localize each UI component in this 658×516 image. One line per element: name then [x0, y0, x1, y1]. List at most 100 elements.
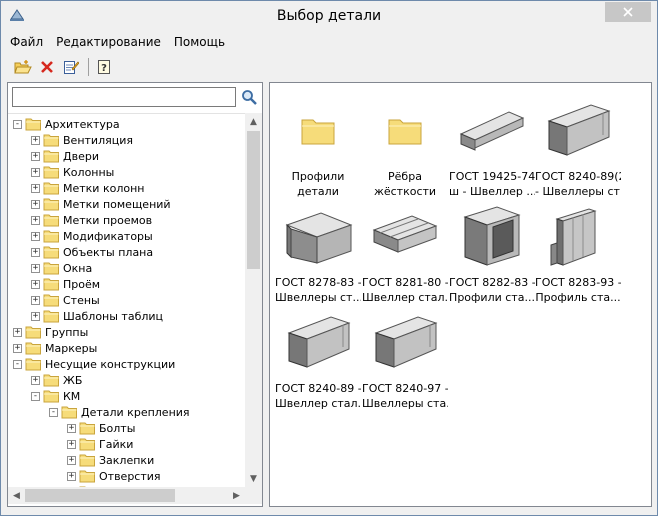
tree-node[interactable]: + Отверстия [67, 468, 161, 484]
tree-node[interactable]: + Вентиляция [31, 132, 133, 148]
collapse-icon[interactable]: - [31, 391, 40, 401]
close-button[interactable] [605, 2, 651, 22]
part-item[interactable]: ГОСТ 8240-97 - Швеллеры ста... [362, 307, 448, 417]
tree-node[interactable]: + Объекты плана [31, 244, 153, 260]
part-item[interactable]: ГОСТ 8278-83 - Швеллеры ст... [275, 201, 361, 311]
expand-icon[interactable]: + [13, 327, 22, 337]
expand-icon[interactable]: + [31, 375, 40, 385]
tree-vertical-scrollbar[interactable]: ▲ ▼ [245, 113, 262, 487]
expand-icon[interactable]: + [31, 135, 40, 145]
tree-node-label: Детали крепления [81, 405, 190, 419]
folder-item[interactable]: Профили детали [275, 95, 361, 205]
tree-node[interactable]: + Заклепки [67, 452, 154, 468]
search-button[interactable] [238, 86, 260, 108]
expand-icon[interactable]: + [67, 439, 76, 449]
delete-button[interactable] [37, 57, 57, 77]
steel-profile-icon [457, 205, 527, 269]
tree-node[interactable]: + Метки помещений [31, 196, 171, 212]
tree-node-label: Двери [63, 149, 99, 163]
tree-horizontal-scroll-thumb[interactable] [25, 489, 175, 502]
tree-node[interactable]: + Группы [13, 324, 88, 340]
item-caption: Рёбра жёсткости [362, 169, 448, 199]
tree-node[interactable]: + ЖБ [31, 372, 82, 388]
collapse-icon[interactable]: - [49, 407, 58, 417]
folder-icon [25, 118, 41, 131]
folder-icon [25, 342, 41, 355]
expand-icon[interactable]: + [67, 423, 76, 433]
tree-node[interactable]: - Детали крепления [49, 404, 190, 420]
item-caption-line1: ГОСТ 8283-93 - [535, 276, 621, 289]
collapse-icon[interactable]: - [13, 119, 22, 129]
expand-icon[interactable]: + [31, 215, 40, 225]
menu-file[interactable]: Файл [10, 35, 43, 49]
tree-node[interactable]: - КМ [31, 388, 80, 404]
collapse-icon[interactable]: - [13, 359, 22, 369]
folder-item[interactable]: Рёбра жёсткости [362, 95, 448, 205]
expand-icon[interactable]: + [31, 311, 40, 321]
part-item[interactable]: ГОСТ 19425-74 ш - Швеллер ... [449, 95, 535, 205]
folder-icon [43, 262, 59, 275]
tree-node[interactable]: - Несущие конструкции [13, 356, 175, 372]
expand-icon[interactable]: + [31, 295, 40, 305]
tree-node[interactable]: + Метки колонн [31, 180, 144, 196]
item-caption: ГОСТ 8282-83 - Профили ста... [449, 275, 535, 305]
tree-node-label: Архитектура [45, 117, 120, 131]
tree-node-label: Группы [45, 325, 89, 339]
expand-icon[interactable]: + [31, 151, 40, 161]
part-item[interactable]: ГОСТ 8240-89(2) - Швеллеры ст... [535, 95, 621, 205]
scroll-right-icon[interactable]: ▶ [228, 487, 245, 504]
scroll-up-icon[interactable]: ▲ [245, 113, 262, 130]
expand-icon[interactable]: + [31, 231, 40, 241]
scroll-left-icon[interactable]: ◀ [8, 487, 25, 504]
steel-profile-icon [370, 205, 440, 269]
tree-node[interactable]: + Маркеры [13, 340, 97, 356]
expand-icon[interactable]: + [67, 471, 76, 481]
tree-node[interactable]: + Гайки [67, 436, 133, 452]
menu-edit[interactable]: Редактирование [56, 35, 161, 49]
item-caption-line1: ГОСТ 8281-80 - [362, 276, 448, 289]
menu-help[interactable]: Помощь [174, 35, 225, 49]
tree-vertical-scroll-thumb[interactable] [247, 131, 260, 269]
tree-node[interactable]: + Модификаторы [31, 228, 153, 244]
part-item[interactable]: ГОСТ 8283-93 - Профиль ста... [535, 201, 621, 311]
expand-icon[interactable]: + [31, 247, 40, 257]
item-caption-line1: ГОСТ 8240-89(2) [535, 170, 621, 183]
scroll-down-icon[interactable]: ▼ [245, 470, 262, 487]
steel-profile-icon [543, 205, 613, 269]
open-folder-button[interactable] [13, 57, 33, 77]
search-input[interactable] [12, 87, 236, 107]
expand-icon[interactable]: + [31, 167, 40, 177]
tree-node[interactable]: + Проём [31, 276, 100, 292]
edit-button[interactable] [61, 57, 81, 77]
tree-node[interactable]: + Болты [67, 420, 135, 436]
item-caption-line1: ГОСТ 8278-83 - [275, 276, 361, 289]
title-bar[interactable]: Выбор детали [1, 1, 657, 32]
item-caption: ГОСТ 8240-89(2) - Швеллеры ст... [535, 169, 621, 199]
scrollbar-corner [245, 487, 262, 504]
expand-icon[interactable]: + [13, 343, 22, 353]
tree-node-label: Колонны [63, 165, 115, 179]
category-tree: - Архитектура + Вентиляция + Двери + Колонн… [8, 113, 245, 487]
expand-icon[interactable]: + [31, 199, 40, 209]
tree-node[interactable]: + Колонны [31, 164, 114, 180]
folder-icon [25, 326, 41, 339]
tree-node[interactable]: + Шаблоны таблиц [31, 308, 163, 324]
expand-icon[interactable]: + [31, 263, 40, 273]
item-caption: ГОСТ 8281-80 - Швеллер стал... [362, 275, 448, 305]
tree-node[interactable]: + Окна [31, 260, 92, 276]
tree-node[interactable]: - Архитектура [13, 116, 120, 132]
expand-icon[interactable]: + [31, 279, 40, 289]
tree-node[interactable]: + Стены [31, 292, 100, 308]
part-item[interactable]: ГОСТ 8281-80 - Швеллер стал... [362, 201, 448, 311]
expand-icon[interactable]: + [67, 455, 76, 465]
part-item[interactable]: ГОСТ 8282-83 - Профили ста... [449, 201, 535, 311]
menu-bar: Файл Редактирование Помощь [1, 32, 657, 52]
tree-node[interactable]: + Метки проемов [31, 212, 152, 228]
item-caption-line2: - Швеллеры ст... [535, 185, 621, 198]
tree-node-label: Проём [63, 277, 101, 291]
tree-node[interactable]: + Двери [31, 148, 99, 164]
part-item[interactable]: ГОСТ 8240-89 - Швеллер стал... [275, 307, 361, 417]
help-button[interactable]: ? [94, 57, 114, 77]
expand-icon[interactable]: + [31, 183, 40, 193]
tree-horizontal-scrollbar[interactable]: ◀ ▶ [8, 487, 245, 504]
